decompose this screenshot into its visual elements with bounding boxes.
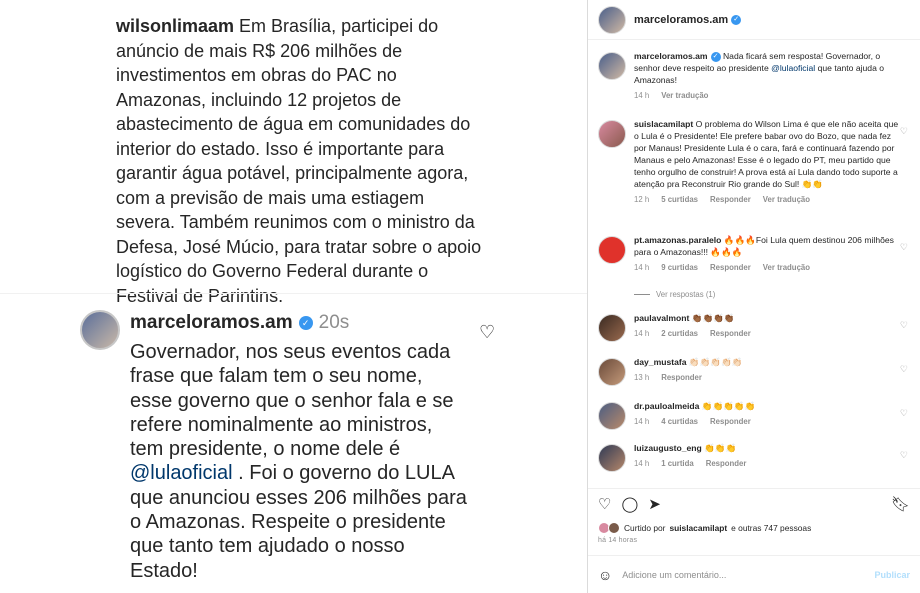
reply-button[interactable]: Responder [710, 194, 751, 206]
avatar[interactable] [598, 358, 626, 386]
comment-time: 14 h [634, 329, 650, 338]
comment-likes[interactable]: 2 curtidas [661, 328, 698, 340]
post-time: há 14 horas [598, 537, 638, 544]
comment-item: day_mustafa 👏🏻👏🏻👏🏻👏🏻👏🏻 13 h Responder ♡ [598, 356, 916, 386]
bookmark-icon[interactable]: 🔖︎ [891, 495, 910, 516]
comment-username[interactable]: suislacamilapt [634, 119, 693, 129]
comment-text: 👏👏👏 [701, 443, 737, 453]
view-replies-label: Ver respostas (1) [656, 290, 716, 299]
comment-username[interactable]: luizaugusto_eng [634, 443, 702, 453]
like-heart-icon[interactable]: ♡ [900, 320, 908, 331]
instagram-post-view: wilsonlimaam Em Brasília, participei do … [0, 0, 920, 593]
quoted-username: wilsonlimaam [116, 16, 235, 36]
separator [0, 293, 587, 294]
avatar[interactable] [598, 120, 626, 148]
reply-button[interactable]: Responder [710, 328, 751, 340]
reply-button[interactable]: Responder [661, 372, 702, 384]
see-translation-button[interactable]: Ver tradução [763, 194, 810, 206]
like-heart-icon[interactable]: ♡ [900, 450, 908, 461]
avatar[interactable] [598, 444, 626, 472]
comment-time: 12 h [634, 195, 650, 204]
share-icon[interactable]: ➤ [648, 495, 661, 516]
comment-item: paulavalmont 👏🏾👏🏾👏🏾👏🏾 14 h 2 curtidas Resp… [598, 312, 916, 342]
comment-item: dr.pauloalmeida 👏👏👏👏👏 14 h 4 curtidas Resp… [598, 400, 916, 430]
comment-likes[interactable]: 9 curtidas [661, 262, 698, 274]
comment-text: 👏🏻👏🏻👏🏻👏🏻👏🏻 [686, 357, 743, 367]
reply-text-part-1: Governador, nos seus eventos cada frase … [130, 341, 454, 461]
view-replies-button[interactable]: Ver respostas (1) [634, 290, 715, 299]
see-translation-button[interactable]: Ver tradução [763, 262, 810, 274]
comment-input[interactable]: Adicione um comentário... [622, 570, 726, 580]
comment-time: 14 h [634, 91, 650, 100]
comment-username[interactable]: marceloramos.am [634, 51, 708, 61]
comment-likes[interactable]: 4 curtidas [661, 416, 698, 428]
see-translation-button[interactable]: Ver tradução [661, 90, 708, 102]
heart-icon[interactable]: ♡ [598, 495, 611, 516]
avatar[interactable] [598, 52, 626, 80]
comment-time: 14 h [634, 417, 650, 426]
liked-by-user[interactable]: suislacamilapt [669, 523, 727, 533]
avatar [80, 310, 120, 350]
reply-button[interactable]: Responder [710, 416, 751, 428]
mention-link: @lulaoficial [130, 462, 233, 485]
liked-by: Curtido por suislacamilapt e outras 747 … [598, 522, 811, 534]
comment-time: 14 h [634, 459, 650, 468]
like-heart-icon[interactable]: ♡ [900, 364, 908, 375]
comment-item: suislacamilapt O problema do Wilson Lima… [598, 118, 916, 206]
comment-item: luizaugusto_eng 👏👏👏 14 h 1 curtida Respond… [598, 442, 916, 472]
like-heart-icon[interactable]: ♡ [900, 242, 908, 253]
reply-button[interactable]: Responder [706, 458, 747, 470]
liked-by-suffix[interactable]: e outras 747 pessoas [731, 523, 811, 533]
avatar[interactable] [598, 402, 626, 430]
avatar[interactable] [598, 5, 626, 34]
reply-text: Governador, nos seus eventos cada frase … [130, 340, 470, 583]
comment-time: 13 h [634, 373, 650, 382]
caption: marceloramos.am ✓ Nada ficará sem respost… [598, 50, 916, 102]
avatar[interactable] [598, 314, 626, 342]
verified-badge-icon: ✓ [298, 316, 313, 330]
like-heart-icon[interactable]: ♡ [900, 126, 908, 137]
comment-text: 👏🏾👏🏾👏🏾👏🏾 [689, 313, 735, 323]
action-bar: ♡ ◯ ➤ 🔖︎ [588, 488, 920, 522]
reply-header: marceloramos.am ✓ 20s [130, 312, 349, 334]
comment-text: O problema do Wilson Lima é que ele não … [634, 119, 899, 189]
comment-icon[interactable]: ◯ [621, 495, 638, 516]
comment-item: pt.amazonas.paralelo 🔥🔥🔥Foi Lula quem de… [598, 234, 916, 274]
avatar [608, 522, 620, 534]
verified-badge-icon: ✓ [710, 51, 721, 62]
header-username[interactable]: marceloramos.am [634, 14, 728, 26]
view-replies-line [634, 294, 650, 295]
reply-button[interactable]: Responder [710, 262, 751, 274]
reply-time: 20s [318, 312, 350, 333]
panel-header: marceloramos.am ✓ [588, 0, 920, 40]
comment-text: 👏👏👏👏👏 [699, 401, 756, 411]
comment-likes[interactable]: 1 curtida [661, 458, 694, 470]
liked-by-prefix: Curtido por [624, 523, 666, 533]
comment-username[interactable]: paulavalmont [634, 313, 689, 323]
comment-username[interactable]: dr.pauloalmeida [634, 401, 699, 411]
comment-username[interactable]: day_mustafa [634, 357, 687, 367]
avatar[interactable] [598, 236, 626, 264]
verified-badge-icon: ✓ [731, 14, 742, 25]
publish-button[interactable]: Publicar [874, 570, 910, 580]
quoted-text: Em Brasília, participei do anúncio de ma… [116, 16, 482, 306]
comment-username[interactable]: pt.amazonas.paralelo [634, 235, 721, 245]
post-image: wilsonlimaam Em Brasília, participei do … [0, 0, 588, 593]
add-comment-bar: ☺ Adicione um comentário... Publicar [588, 555, 920, 593]
reply-username: marceloramos.am [130, 312, 293, 333]
emoji-icon[interactable]: ☺ [598, 567, 612, 583]
like-heart-icon[interactable]: ♡ [900, 408, 908, 419]
heart-icon: ♡ [479, 322, 496, 342]
comments-panel: marceloramos.am ✓ marceloramos.am ✓ Nada f… [588, 0, 920, 593]
mention-link[interactable]: @lulaoficial [771, 63, 815, 73]
comment-likes[interactable]: 5 curtidas [661, 194, 698, 206]
comment-time: 14 h [634, 263, 650, 272]
quoted-caption: wilsonlimaam Em Brasília, participei do … [116, 14, 488, 308]
